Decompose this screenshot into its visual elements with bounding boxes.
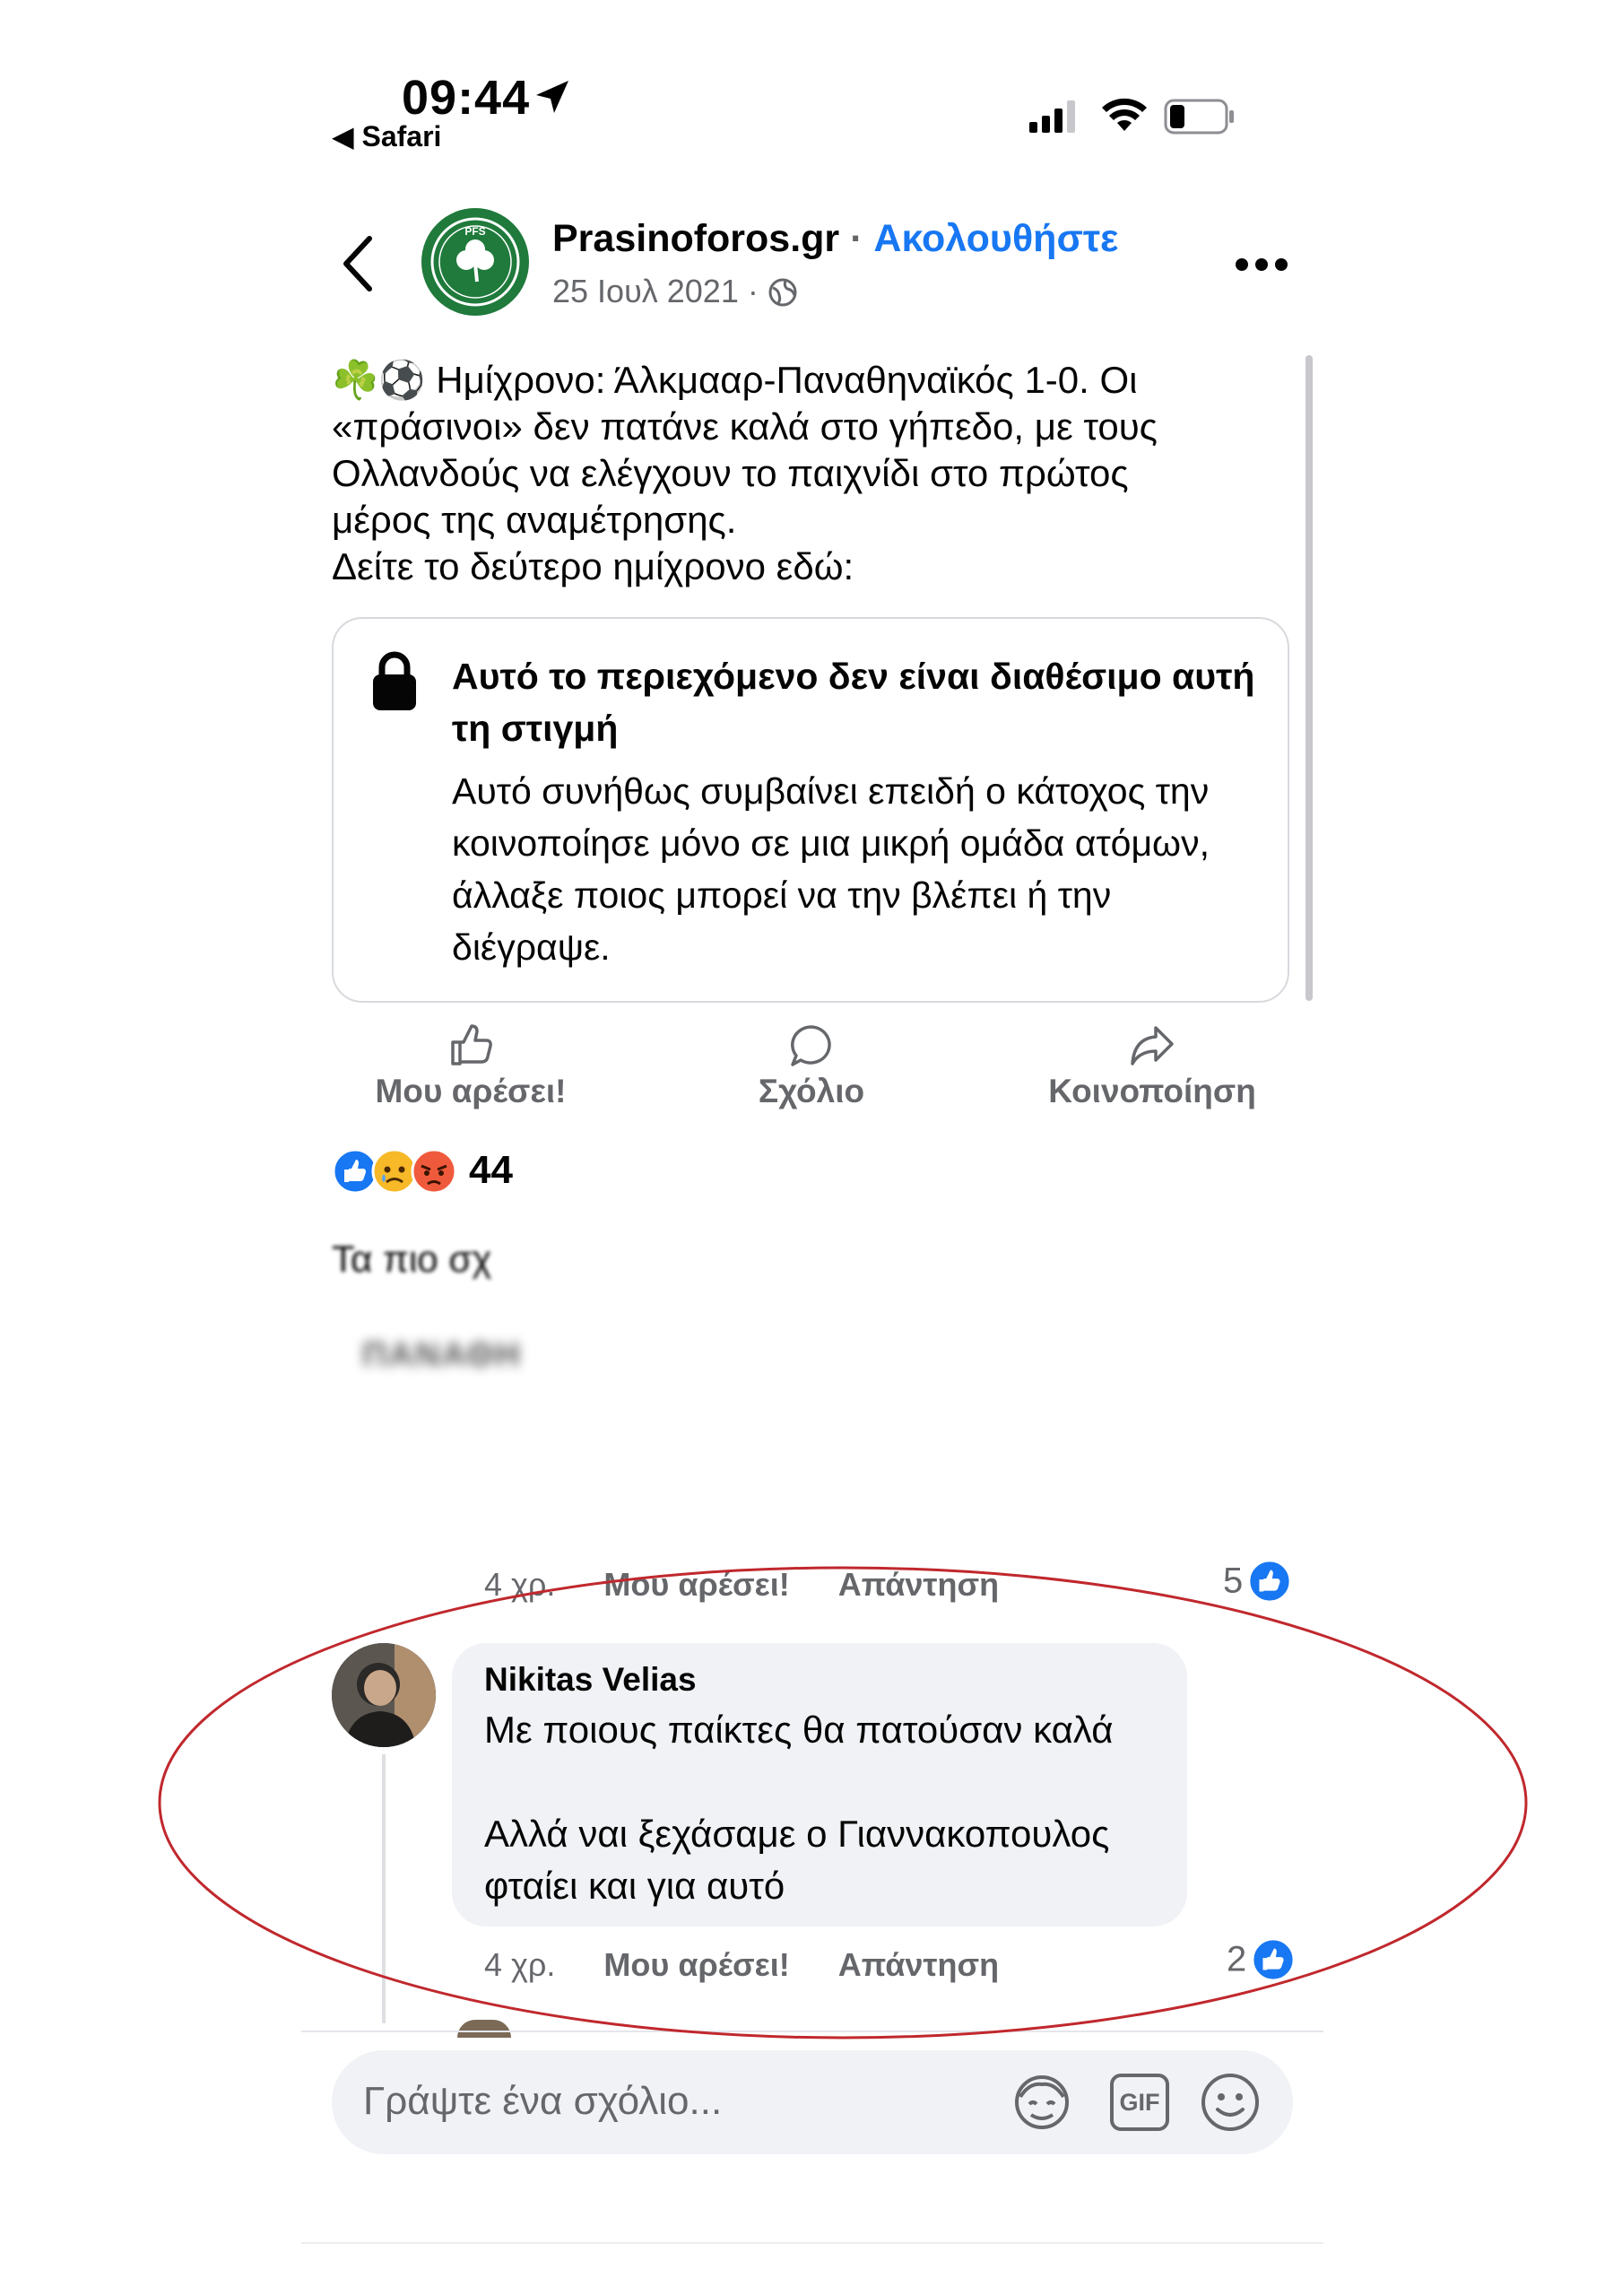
avatar-text: PFS bbox=[464, 225, 485, 238]
card-title: Αυτό το περιεχόμενο δεν είναι διαθέσιμο … bbox=[452, 656, 1255, 749]
blurred-comment: ΠΑΝΑΘΗ bbox=[269, 1283, 1363, 1543]
reaction-count[interactable]: 44 bbox=[469, 1148, 513, 1193]
scrollbar[interactable] bbox=[1305, 355, 1313, 1001]
avatar-sticker-icon[interactable] bbox=[1011, 2072, 1072, 2133]
blurred-commenter-name: ΠΑΝΑΘΗ bbox=[362, 1336, 522, 1374]
angry-reaction-icon bbox=[411, 1148, 457, 1195]
chevron-left-icon[interactable] bbox=[341, 235, 377, 292]
comment-bubble-icon bbox=[791, 1025, 831, 1066]
more-options-icon[interactable] bbox=[1234, 257, 1289, 273]
share-action-label: Κοινοποίηση bbox=[1048, 1073, 1256, 1109]
back-to-safari[interactable]: ◀ Safari bbox=[332, 119, 441, 153]
battery-icon bbox=[1164, 99, 1234, 135]
page-avatar[interactable]: PFS bbox=[421, 208, 529, 316]
post-header-line: Prasinoforos.gr · Ακολουθήστε bbox=[552, 217, 1118, 261]
card-body: Αυτό συνήθως συμβαίνει επειδή ο κάτοχος … bbox=[452, 770, 1210, 968]
globe-icon bbox=[768, 278, 797, 307]
clover-logo-icon: PFS bbox=[430, 217, 520, 307]
header-separator: · bbox=[839, 217, 874, 260]
share-arrow-icon bbox=[1131, 1026, 1174, 1065]
like-action[interactable]: Μου αρέσει! bbox=[350, 1022, 592, 1110]
lock-icon bbox=[373, 651, 416, 710]
page-name[interactable]: Prasinoforos.gr bbox=[552, 217, 839, 260]
bottom-divider bbox=[301, 2242, 1323, 2244]
cellular-signal-icon bbox=[1029, 100, 1075, 133]
share-action[interactable]: Κοινοποίηση bbox=[1022, 1022, 1282, 1110]
like-action-label: Μου αρέσει! bbox=[375, 1073, 567, 1109]
comment-input-placeholder: Γράψτε ένα σχόλιο... bbox=[363, 2079, 723, 2123]
post-date-line: 25 Ιουλ 2021 · bbox=[552, 273, 798, 310]
wifi-icon bbox=[1102, 98, 1147, 131]
back-app-label: Safari bbox=[361, 120, 442, 152]
reactions-summary[interactable] bbox=[332, 1146, 466, 1196]
location-arrow-icon bbox=[536, 81, 568, 113]
annotation-ellipse bbox=[158, 1566, 1528, 2039]
gif-label: GIF bbox=[1119, 2089, 1160, 2116]
post-date[interactable]: 25 Ιουλ 2021 · bbox=[552, 273, 759, 309]
comments-sort-label[interactable]: Τα πιο σχ bbox=[332, 1238, 491, 1281]
sort-label-text: Τα πιο σχ bbox=[332, 1238, 492, 1280]
comment-action[interactable]: Σχόλιο bbox=[708, 1022, 915, 1110]
post-text: ☘️⚽️ Ημίχρονο: Άλκμααρ-Παναθηναϊκός 1-0.… bbox=[332, 359, 1158, 587]
status-time: 09:44 bbox=[402, 70, 530, 126]
status-time-text: 09:44 bbox=[402, 71, 531, 125]
comment-action-label: Σχόλιο bbox=[758, 1073, 865, 1109]
thumbs-up-outline-icon bbox=[451, 1024, 492, 1065]
emoji-icon[interactable] bbox=[1200, 2072, 1261, 2133]
gif-button[interactable]: GIF bbox=[1110, 2074, 1169, 2131]
back-triangle-icon: ◀ bbox=[332, 120, 362, 152]
follow-link[interactable]: Ακολουθήστε bbox=[873, 217, 1118, 260]
